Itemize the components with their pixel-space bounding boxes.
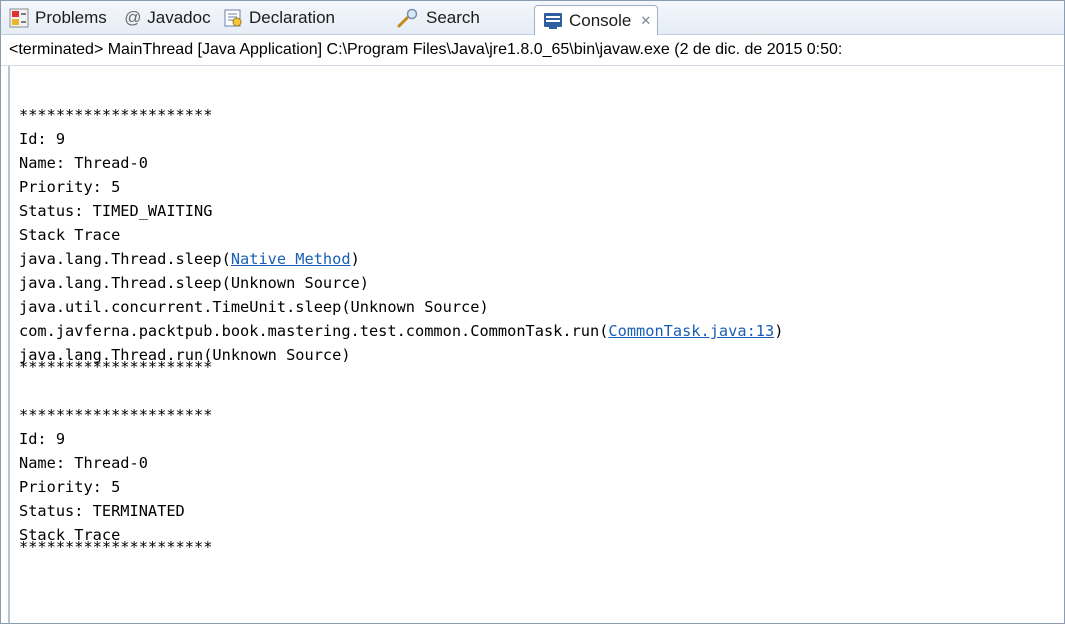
console-line: java.util.concurrent.TimeUnit.sleep(Unkn… — [19, 298, 489, 316]
tab-declaration[interactable]: Declaration — [223, 4, 335, 32]
console-line: ********************* — [19, 106, 213, 124]
console-line: ********************* — [19, 538, 213, 556]
console-line: java.lang.Thread.sleep(Unknown Source) — [19, 274, 369, 292]
console-line: Priority: 5 — [19, 178, 121, 196]
source-link[interactable]: Native Method — [231, 250, 351, 268]
tab-label: Declaration — [249, 8, 335, 27]
at-icon: @ — [124, 8, 142, 27]
console-line: Priority: 5 — [19, 478, 121, 496]
console-line: ********************* — [19, 406, 213, 424]
frame-text: ) — [774, 322, 784, 340]
console-line: com.javferna.packtpub.book.mastering.tes… — [19, 319, 1064, 343]
console-icon — [543, 11, 563, 31]
launch-info-text: <terminated> MainThread [Java Applicatio… — [9, 41, 843, 58]
tab-problems[interactable]: Problems — [9, 4, 107, 32]
console-view: Problems @ Javadoc Declaration Search Co… — [0, 0, 1065, 624]
search-icon — [396, 8, 420, 28]
declaration-icon — [223, 8, 243, 28]
tab-console[interactable]: Console ✕ — [534, 5, 659, 35]
console-line: Stack Trace — [19, 226, 121, 244]
tab-label: Console — [569, 10, 632, 30]
frame-text: ) — [350, 250, 360, 268]
launch-info-bar: <terminated> MainThread [Java Applicatio… — [1, 35, 1064, 66]
tab-label: Search — [426, 8, 480, 27]
console-line: Status: TIMED_WAITING — [19, 202, 213, 220]
console-line: Id: 9 — [19, 130, 66, 148]
source-link[interactable]: CommonTask.java:13 — [608, 322, 774, 340]
console-line: ********************* — [19, 358, 213, 376]
problems-icon — [9, 8, 29, 28]
tab-label: Problems — [35, 8, 107, 27]
console-line: Status: TERMINATED — [19, 502, 185, 520]
console-output[interactable]: ********************* Id: 9 Name: Thread… — [8, 66, 1064, 623]
view-tab-bar: Problems @ Javadoc Declaration Search Co… — [1, 1, 1064, 35]
tab-label: Javadoc — [147, 8, 211, 27]
console-line: Id: 9 — [19, 430, 66, 448]
console-line: Name: Thread-0 — [19, 454, 148, 472]
tab-javadoc[interactable]: @ Javadoc — [124, 4, 211, 32]
tab-search[interactable]: Search — [396, 4, 480, 32]
console-line: Name: Thread-0 — [19, 154, 148, 172]
frame-text: java.lang.Thread.sleep( — [19, 250, 231, 268]
console-line: java.lang.Thread.sleep(Native Method) — [19, 247, 1064, 271]
frame-text: com.javferna.packtpub.book.mastering.tes… — [19, 322, 609, 340]
close-icon[interactable]: ✕ — [640, 13, 651, 29]
